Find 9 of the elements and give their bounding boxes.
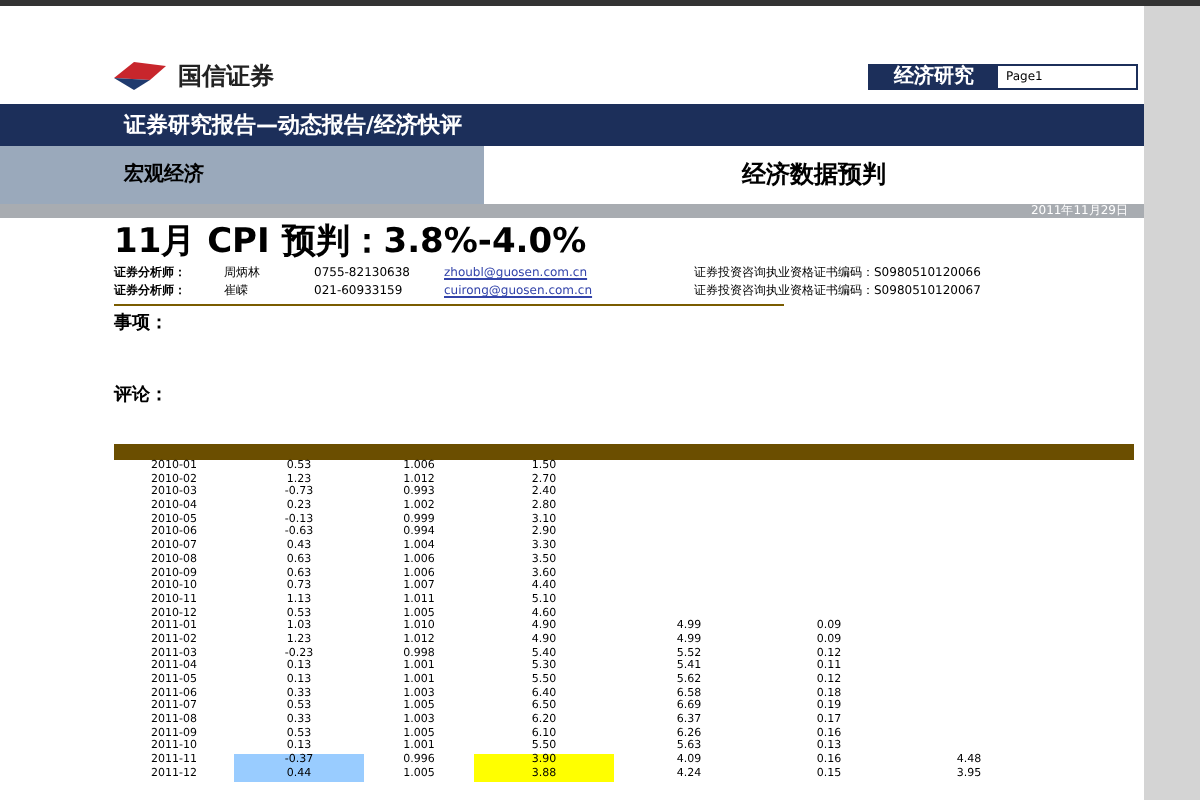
section-heading: 事项： [112,312,170,336]
section-tag: 经济研究 [870,65,998,87]
section-heading: 评论： [111,384,170,408]
logo-icon [110,60,170,92]
headline: 11月 CPI 预判：3.8%-4.0% [112,222,589,264]
brand-name: 国信证券 [178,59,274,93]
category-cell: 宏观经济 [0,146,484,204]
report-series: 证券研究报告—动态报告/经济快评 [124,110,463,140]
report-type: 经济数据预判 [739,158,888,192]
